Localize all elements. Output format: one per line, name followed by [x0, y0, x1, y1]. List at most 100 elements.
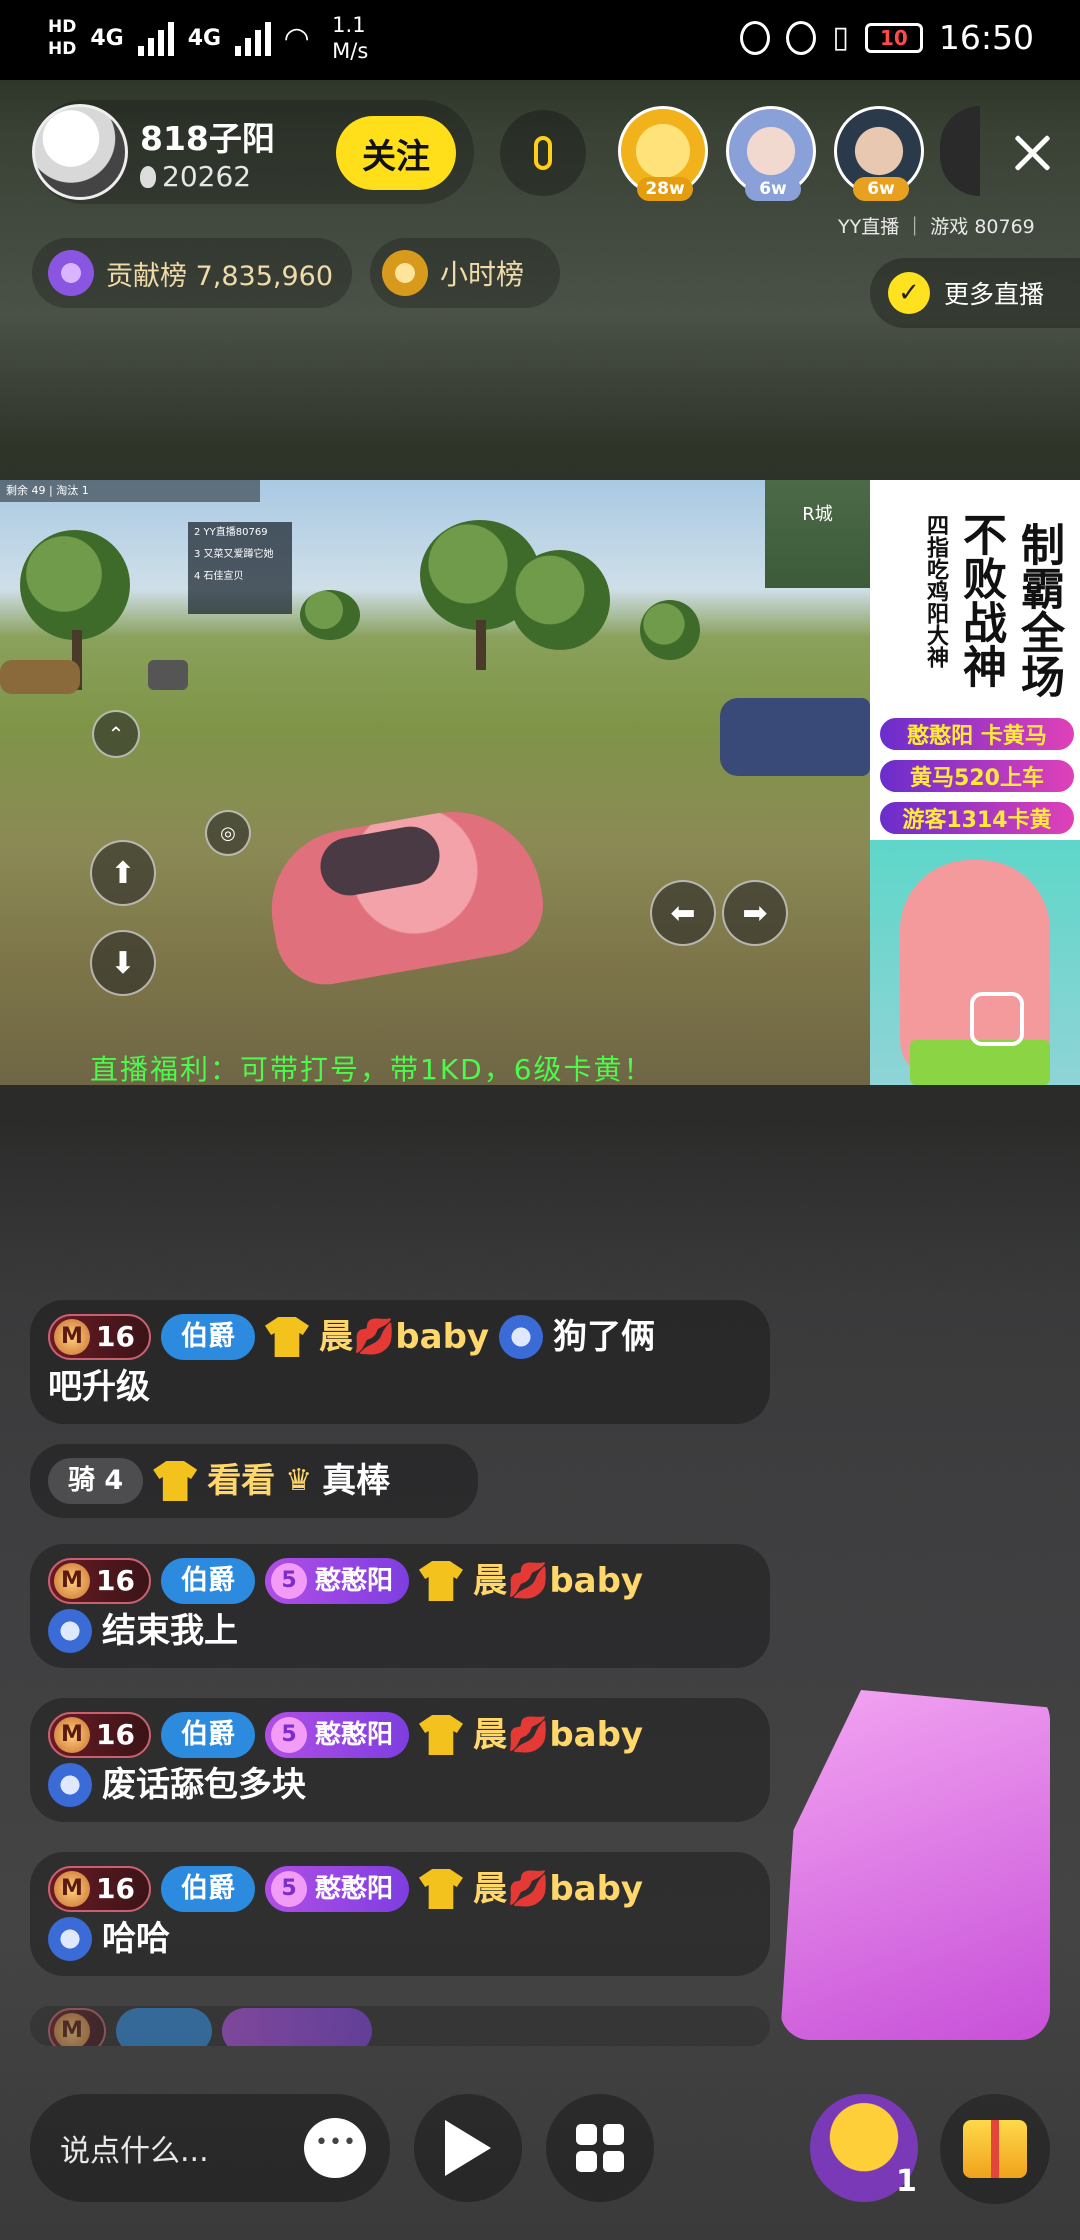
kill-item: 2 YY直播80769 [194, 527, 268, 538]
chat-text: 狗了俩 [553, 1317, 656, 1357]
sim1-label: 4G [90, 25, 124, 51]
up-arrow-icon: ⬆ [90, 840, 156, 906]
fan-club-badge: 5 憨憨阳 [264, 1866, 409, 1912]
viewer-avatar-4-partial[interactable] [940, 106, 980, 196]
tree [300, 590, 360, 640]
battery-icon: 10 [864, 22, 923, 53]
patrick-pants [910, 1040, 1050, 1085]
brake-icon: ◎ [205, 810, 251, 856]
chat-message-partial[interactable]: M [30, 2006, 770, 2046]
vehicle-small [148, 660, 188, 690]
chat-username[interactable]: 看看 [207, 1456, 275, 1506]
kill-item: 3 又菜又爱蹲它她 [194, 549, 274, 560]
knight-icon [48, 1763, 92, 1807]
chat-text: 结束我上 [102, 1611, 238, 1651]
chat-text: 真棒 [322, 1461, 391, 1501]
poster-row-3: 游客1314卡黄 [878, 800, 1076, 836]
video-ticker: 直播福利：可带打号，带1KD，6级卡黄！ [90, 1053, 654, 1085]
poster-title: 四指吃鸡阳大神 不败战神 制霸全场 [922, 490, 1072, 710]
contribution-label: 贡献榜 7,835,960 [106, 260, 333, 292]
hd1-label: HD [48, 17, 77, 37]
chat-username[interactable]: 晨💋baby [473, 1556, 643, 1606]
fan-club-badge: 5 憨憨阳 [264, 1712, 409, 1758]
emoji-bubble-icon[interactable] [304, 2118, 366, 2178]
viewer-avatar-1[interactable]: 28w [618, 106, 708, 201]
left-arrow-icon: ⬅ [650, 880, 716, 946]
noble-rank-badge [116, 2008, 212, 2046]
minimap: R城 [765, 480, 870, 588]
kill-item: 4 石佳宣贝 [194, 571, 244, 582]
level-value: 16 [96, 1872, 135, 1905]
fan-club-badge: 5 憨憨阳 [264, 1558, 409, 1604]
anchor-avatar[interactable] [32, 104, 128, 200]
viewer-avatar-3[interactable]: 6w [834, 106, 924, 201]
chat-username[interactable]: 晨💋baby [473, 1710, 643, 1760]
live-video[interactable]: 剩余 49 | 淘汰 1 2 YY直播80769 3 又菜又爱蹲它她 4 石佳宣… [0, 480, 870, 1085]
clock: 16:50 [938, 18, 1034, 57]
vehicle-left [0, 660, 80, 694]
chat-input-placeholder: 说点什么... [60, 2134, 209, 2169]
user-level-badge: M 16 [48, 1712, 151, 1758]
channel-info: YY直播 ｜ 游戏 80769 [838, 216, 1035, 238]
share-button[interactable] [414, 2094, 522, 2202]
shirt-icon [418, 1869, 463, 1909]
poster-row-1: 憨憨阳 卡黄马 [878, 716, 1076, 752]
hourly-rank-button[interactable]: 小时榜 [370, 238, 560, 308]
promo-poster: 四指吃鸡阳大神 不败战神 制霸全场 憨憨阳 卡黄马 黄马520上车 游客1314… [870, 480, 1080, 1085]
diamond-icon [48, 250, 94, 296]
status-left: HD HD 4G 4G ◠ 1.1 M/s [48, 12, 368, 64]
sim2-label: 4G [187, 25, 222, 51]
chat-text: 哈哈 [102, 1919, 170, 1959]
shirt-icon [264, 1317, 309, 1357]
fan-club-badge [222, 2008, 372, 2046]
chat-username[interactable]: 晨💋baby [473, 1864, 643, 1914]
fan-club-name: 憨憨阳 [314, 1720, 393, 1750]
chat-text-line2: 吧升级 [48, 1367, 150, 1407]
gift-icon [963, 2120, 1027, 2178]
chat-input[interactable]: 说点什么... [30, 2094, 390, 2202]
mic-icon [534, 136, 552, 170]
gift-button[interactable] [940, 2094, 1050, 2204]
noble-rank-badge: 伯爵 [160, 1558, 255, 1604]
flame-icon [140, 165, 156, 188]
chat-username[interactable]: 晨💋baby [319, 1312, 489, 1362]
signal-icon [137, 20, 174, 56]
chat-message[interactable]: M 16 伯爵 5 憨憨阳 晨💋baby 废话舔包多块 [30, 1698, 770, 1822]
chat-message[interactable]: M 16 伯爵 5 憨憨阳 晨💋baby 哈哈 [30, 1852, 770, 1976]
contribution-rank-button[interactable]: 贡献榜 7,835,960 [32, 238, 352, 308]
follow-button[interactable]: 关注 [336, 116, 456, 190]
user-level-badge: M 16 [48, 1314, 151, 1360]
gift-animation [780, 1690, 1050, 2040]
chat-message[interactable]: M 16 伯爵 5 憨憨阳 晨💋baby 结束我上 [30, 1544, 770, 1668]
tree [510, 550, 610, 650]
poster-subtitle: 四指吃鸡阳大神 [923, 514, 948, 668]
share-icon [445, 2120, 491, 2176]
poster-title-col2: 制霸全场 [1013, 522, 1064, 698]
chat-message[interactable]: M 16 伯爵 晨💋baby 狗了俩 吧升级 [30, 1300, 770, 1424]
fan-club-name: 憨憨阳 [314, 1874, 393, 1904]
chat-message[interactable]: 骑 4 看看 ♛ 真棒 [30, 1444, 478, 1518]
knight-icon [48, 1609, 92, 1653]
viewer-badge-2: 6w [745, 177, 801, 201]
network-speed: 1.1 M/s [332, 12, 368, 64]
mascot-count: 1 [896, 2164, 917, 2199]
right-arrow-icon: ➡ [722, 880, 788, 946]
chat-text: 废话舔包多块 [102, 1765, 306, 1805]
crown-icon: ♛ [285, 1463, 313, 1498]
more-live-label: 更多直播 [944, 280, 1045, 309]
crown-icon [382, 250, 428, 296]
anchor-name[interactable]: 818子阳 [140, 112, 275, 160]
heat-count: 20262 [140, 160, 251, 193]
tree [640, 600, 700, 660]
viewer-avatar-2[interactable]: 6w [726, 106, 816, 201]
more-live-button[interactable]: ✓ 更多直播 [870, 258, 1080, 328]
poster-title-col1: 不败战神 [955, 512, 1006, 688]
shirt-icon [153, 1461, 198, 1501]
vibrate-icon: ▯ [832, 20, 849, 55]
more-menu-button[interactable] [546, 2094, 654, 2202]
level-icon: M [54, 2013, 90, 2046]
mic-link-button[interactable] [500, 110, 586, 196]
close-icon[interactable] [1008, 130, 1058, 180]
fullscreen-icon[interactable] [970, 992, 1024, 1046]
tree [20, 530, 130, 640]
